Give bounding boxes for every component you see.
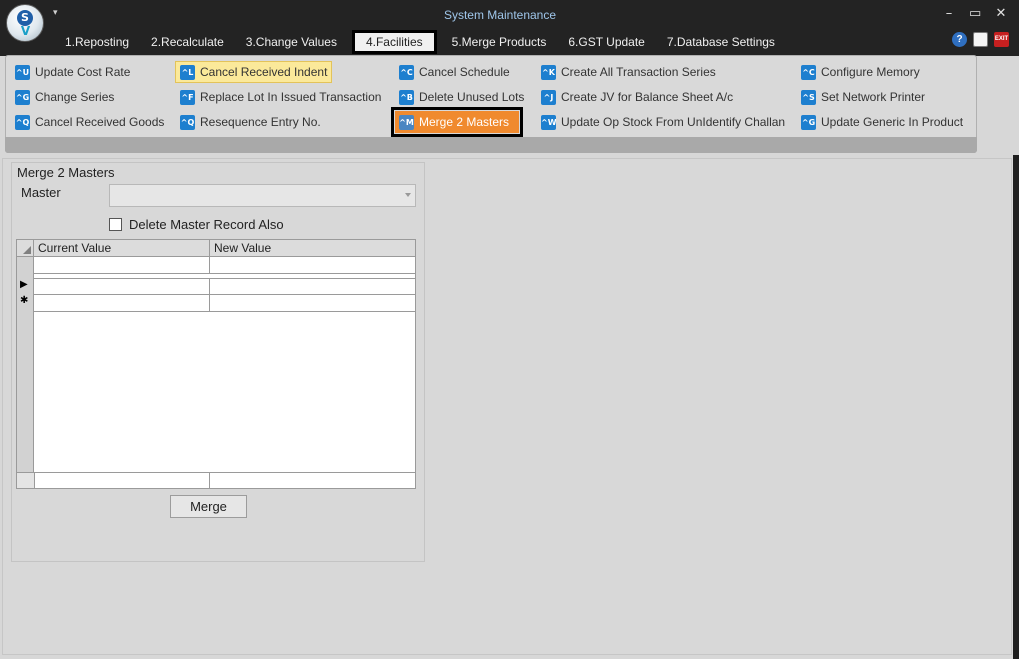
- create-jv-label: Create JV for Balance Sheet A/c: [561, 90, 734, 104]
- table-row-cell[interactable]: [210, 278, 415, 295]
- tab-merge-products[interactable]: 5.Merge Products: [441, 30, 558, 54]
- update-cost-rate-label: Update Cost Rate: [35, 65, 131, 79]
- merge-masters-group: Merge 2 Masters Master Delete Master Rec…: [11, 162, 425, 562]
- ribbon-right-icons: ? EXIT: [952, 32, 1009, 47]
- window-controls: – ▭ ✕: [943, 6, 1007, 21]
- delete-unused-lots-button[interactable]: ^B Delete Unused Lots: [395, 86, 528, 108]
- set-network-printer-label: Set Network Printer: [821, 90, 926, 104]
- cancel-schedule-icon: ^C: [399, 64, 414, 80]
- resequence-entry-label: Resequence Entry No.: [200, 115, 321, 129]
- set-network-printer-icon: ^S: [801, 89, 816, 105]
- change-series-button[interactable]: ^G Change Series: [11, 86, 118, 108]
- grid-corner[interactable]: [17, 240, 34, 257]
- document-icon[interactable]: [973, 32, 988, 47]
- create-all-transaction-series-button[interactable]: ^K Create All Transaction Series: [537, 61, 720, 83]
- update-cost-rate-button[interactable]: ^U Update Cost Rate: [11, 61, 134, 83]
- merge-2-masters-label: Merge 2 Masters: [419, 115, 510, 129]
- update-cost-rate-icon: ^U: [15, 64, 30, 80]
- exit-icon[interactable]: EXIT: [994, 32, 1009, 47]
- create-jv-button[interactable]: ^J Create JV for Balance Sheet A/c: [537, 86, 737, 108]
- new-row-asterisk-icon: ✱: [20, 295, 29, 306]
- checkbox-box[interactable]: [109, 218, 122, 231]
- chevron-down-icon[interactable]: [405, 193, 411, 197]
- filter-cell-current[interactable]: [34, 257, 210, 274]
- merge-2-masters-icon: ^M: [399, 114, 414, 130]
- cancel-received-goods-icon: ^Q: [15, 114, 30, 130]
- help-icon[interactable]: ?: [952, 32, 967, 47]
- filter-cell-new[interactable]: [210, 257, 415, 274]
- resequence-entry-button[interactable]: ^Q Resequence Entry No.: [176, 111, 325, 133]
- new-row-cell[interactable]: [34, 295, 210, 312]
- update-op-stock-icon: ^W: [541, 114, 556, 130]
- update-op-stock-label: Update Op Stock From UnIdentify Challan: [561, 115, 786, 129]
- update-generic-in-product-icon: ^G: [801, 114, 816, 130]
- configure-memory-label: Configure Memory: [821, 65, 920, 79]
- tab-facilities[interactable]: 4.Facilities: [351, 30, 437, 54]
- group-title: Merge 2 Masters: [17, 165, 115, 180]
- app-window: S V ▾ System Maintenance – ▭ ✕ 1.Reposti…: [0, 0, 1019, 659]
- tab-database-settings[interactable]: 7.Database Settings: [656, 30, 786, 54]
- current-row-arrow-icon: ▶: [20, 279, 28, 290]
- create-all-transaction-series-label: Create All Transaction Series: [561, 65, 716, 79]
- window-title: System Maintenance: [443, 8, 557, 22]
- cancel-received-indent-label: Cancel Received Indent: [200, 65, 328, 79]
- delete-master-record-checkbox[interactable]: Delete Master Record Also: [109, 217, 284, 232]
- grid-footer: [17, 472, 415, 488]
- close-button[interactable]: ✕: [995, 6, 1007, 21]
- ribbon-tabs: 1.Reposting 2.Recalculate 3.Change Value…: [54, 30, 786, 54]
- title-bar: S V ▾ System Maintenance – ▭ ✕ 1.Reposti…: [0, 0, 1019, 56]
- cancel-received-indent-icon: ^L: [180, 64, 195, 80]
- cancel-schedule-label: Cancel Schedule: [419, 65, 510, 79]
- replace-lot-label: Replace Lot In Issued Transaction: [200, 90, 382, 104]
- value-grid[interactable]: Current Value New Value ▶ ✱: [16, 239, 416, 489]
- maximize-button[interactable]: ▭: [969, 6, 981, 21]
- cancel-received-goods-button[interactable]: ^Q Cancel Received Goods: [11, 111, 168, 133]
- column-header-current-value[interactable]: Current Value: [34, 240, 210, 257]
- update-generic-in-product-label: Update Generic In Product: [821, 115, 964, 129]
- create-jv-icon: ^J: [541, 89, 556, 105]
- footer-cell-new: [210, 473, 415, 488]
- update-generic-in-product-button[interactable]: ^G Update Generic In Product: [797, 111, 967, 133]
- tab-gst-update[interactable]: 6.GST Update: [557, 30, 656, 54]
- change-series-icon: ^G: [15, 89, 30, 105]
- delete-unused-lots-label: Delete Unused Lots: [419, 90, 525, 104]
- column-header-new-value[interactable]: New Value: [210, 240, 415, 257]
- configure-memory-icon: ^C: [801, 64, 816, 80]
- merge-button[interactable]: Merge: [170, 495, 247, 518]
- resequence-entry-icon: ^Q: [180, 114, 195, 130]
- tab-change-values[interactable]: 3.Change Values: [235, 30, 348, 54]
- change-series-label: Change Series: [35, 90, 115, 104]
- new-row-cell[interactable]: [210, 295, 415, 312]
- merge-2-masters-button[interactable]: ^M Merge 2 Masters: [391, 107, 523, 137]
- tab-reposting[interactable]: 1.Reposting: [54, 30, 140, 54]
- master-combobox[interactable]: [109, 184, 416, 207]
- logo-letter-v: V: [20, 24, 31, 38]
- replace-lot-icon: ^F: [180, 89, 195, 105]
- update-op-stock-button[interactable]: ^W Update Op Stock From UnIdentify Chall…: [537, 111, 789, 133]
- minimize-button[interactable]: –: [943, 6, 955, 21]
- master-label: Master: [21, 185, 61, 200]
- vertical-scrollbar[interactable]: [1013, 155, 1019, 659]
- set-network-printer-button[interactable]: ^S Set Network Printer: [797, 86, 929, 108]
- main-content: Merge 2 Masters Master Delete Master Rec…: [2, 158, 1012, 655]
- create-all-transaction-series-icon: ^K: [541, 64, 556, 80]
- delete-master-record-label: Delete Master Record Also: [129, 217, 284, 232]
- cancel-received-indent-button[interactable]: ^L Cancel Received Indent: [175, 61, 333, 83]
- ribbon-footer: [5, 137, 977, 153]
- delete-unused-lots-icon: ^B: [399, 89, 414, 105]
- tab-recalculate[interactable]: 2.Recalculate: [140, 30, 235, 54]
- replace-lot-button[interactable]: ^F Replace Lot In Issued Transaction: [176, 86, 385, 108]
- table-row-cell[interactable]: [34, 278, 210, 295]
- footer-cell-current: [34, 473, 210, 488]
- configure-memory-button[interactable]: ^C Configure Memory: [797, 61, 924, 83]
- cancel-schedule-button[interactable]: ^C Cancel Schedule: [395, 61, 514, 83]
- cancel-received-goods-label: Cancel Received Goods: [35, 115, 165, 129]
